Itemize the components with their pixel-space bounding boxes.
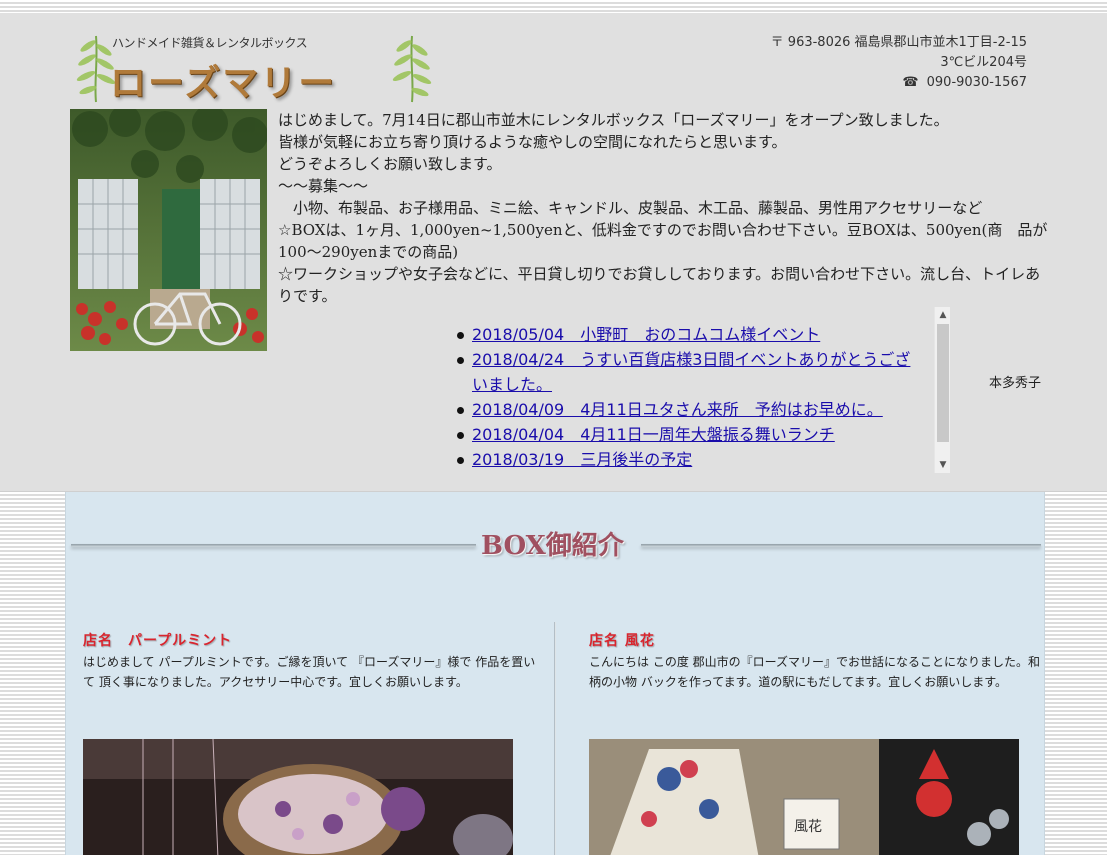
address-line-2: 3℃ビル204号 xyxy=(940,55,1027,70)
column-divider xyxy=(554,622,556,855)
shop-name: 店名 風花 xyxy=(589,633,655,649)
shop-name: 店名 パープルミント xyxy=(83,633,233,649)
news-link[interactable]: 2018/04/09 4月11日ユタさん来所 予約はお早めに。 xyxy=(472,400,883,419)
heading-divider-left xyxy=(71,544,476,547)
svg-text:風花: 風花 xyxy=(794,819,822,835)
intro-text: はじめまして。7月14日に郡山市並木にレンタルボックス「ローズマリー」をオープン… xyxy=(278,109,1048,307)
news-link[interactable]: 2018/03/19 三月後半の予定 xyxy=(472,450,692,469)
intro-line: どうぞよろしくお願い致します。 xyxy=(278,155,502,173)
intro-line: 100～290yenまでの商品) xyxy=(278,243,459,261)
news-link[interactable]: 2018/04/04 4月11日一周年大盤振る舞いランチ xyxy=(472,425,835,444)
news-item: 2018/04/24 うすい百貨店様3日間イベントありがとうございました。 xyxy=(456,347,920,397)
owner-name: 本多秀子 xyxy=(989,376,1042,391)
intro-line: ～～募集～～ xyxy=(278,177,369,195)
scroll-thumb[interactable] xyxy=(937,324,949,442)
intro-line: 皆様が気軽にお立ち寄り頂けるような癒やしの空間になれたらと思います。 xyxy=(278,133,787,151)
intro-line: ☆BOXは、1ヶ月、1,000yen~1,500yenと、低料金ですのでお問い合… xyxy=(278,221,1048,239)
shop-card: 店名 パープルミント はじめまして パープルミントです。ご縁を頂いて 『ローズマ… xyxy=(83,630,543,692)
news-list: 2018/05/04 小野町 おのコムコム様イベント 2018/04/24 うす… xyxy=(450,307,950,473)
shop-description: はじめまして パープルミントです。ご縁を頂いて 『ローズマリー』様で 作品を置い… xyxy=(83,655,536,689)
intro-line: はじめまして。7月14日に郡山市並木にレンタルボックス「ローズマリー」をオープン… xyxy=(278,111,949,129)
shop-photo-purple-mint xyxy=(83,739,513,855)
phone-row: ☎ 090-9030-1567 xyxy=(771,73,1027,93)
section-title: BOX御紹介 xyxy=(481,531,624,561)
address-block: 〒 963-8026 福島県郡山市並木1丁目-2-15 3℃ビル204号 ☎ 09… xyxy=(771,33,1027,93)
news-item: 2018/04/09 4月11日ユタさん来所 予約はお早めに。 xyxy=(456,397,920,422)
box-section: BOX御紹介 店名 パープルミント はじめまして パープルミントです。ご縁を頂い… xyxy=(65,492,1045,855)
scroll-up-icon[interactable]: ▲ xyxy=(935,307,951,323)
news-link[interactable]: 2018/04/24 うすい百貨店様3日間イベントありがとうございました。 xyxy=(472,350,910,394)
news-item: 2018/03/19 三月後半の予定 xyxy=(456,447,920,472)
site-logo[interactable]: ハンドメイド雑貨＆レンタルボックス ローズマリー xyxy=(74,30,434,110)
intro-line: ☆ワークショップや女子会などに、平日貸し切りでお貸ししております。お問い合わせ下… xyxy=(278,265,1041,305)
intro-line: 小物、布製品、お子様用品、ミニ絵、キャンドル、皮製品、木工品、藤製品、男性用アク… xyxy=(278,199,983,217)
news-item: 2018/05/04 小野町 おのコムコム様イベント xyxy=(456,322,920,347)
shop-photo-fuuka: 風花 xyxy=(589,739,1019,855)
shop-card: 店名 風花 こんにちは この度 郡山市の『ローズマリー』でお世話になることになり… xyxy=(589,630,1049,692)
phone-icon: ☎ xyxy=(902,75,919,90)
phone-number: 090-9030-1567 xyxy=(926,75,1027,90)
logo-title: ローズマリー xyxy=(110,62,337,104)
scroll-down-icon[interactable]: ▼ xyxy=(935,457,951,473)
logo-subtitle: ハンドメイド雑貨＆レンタルボックス xyxy=(112,36,308,50)
news-link[interactable]: 2018/05/04 小野町 おのコムコム様イベント xyxy=(472,325,820,344)
heading-divider-right xyxy=(641,544,1041,547)
news-item: 2018/04/04 4月11日一周年大盤振る舞いランチ xyxy=(456,422,920,447)
shop-front-photo xyxy=(70,109,267,351)
leaf-right-icon xyxy=(392,35,432,103)
shop-description: こんにちは この度 郡山市の『ローズマリー』でお世話になることになりました。和柄… xyxy=(589,655,1041,689)
news-scrollbar[interactable]: ▲ ▼ xyxy=(934,307,950,473)
address-line-1: 〒 963-8026 福島県郡山市並木1丁目-2-15 xyxy=(770,35,1027,50)
